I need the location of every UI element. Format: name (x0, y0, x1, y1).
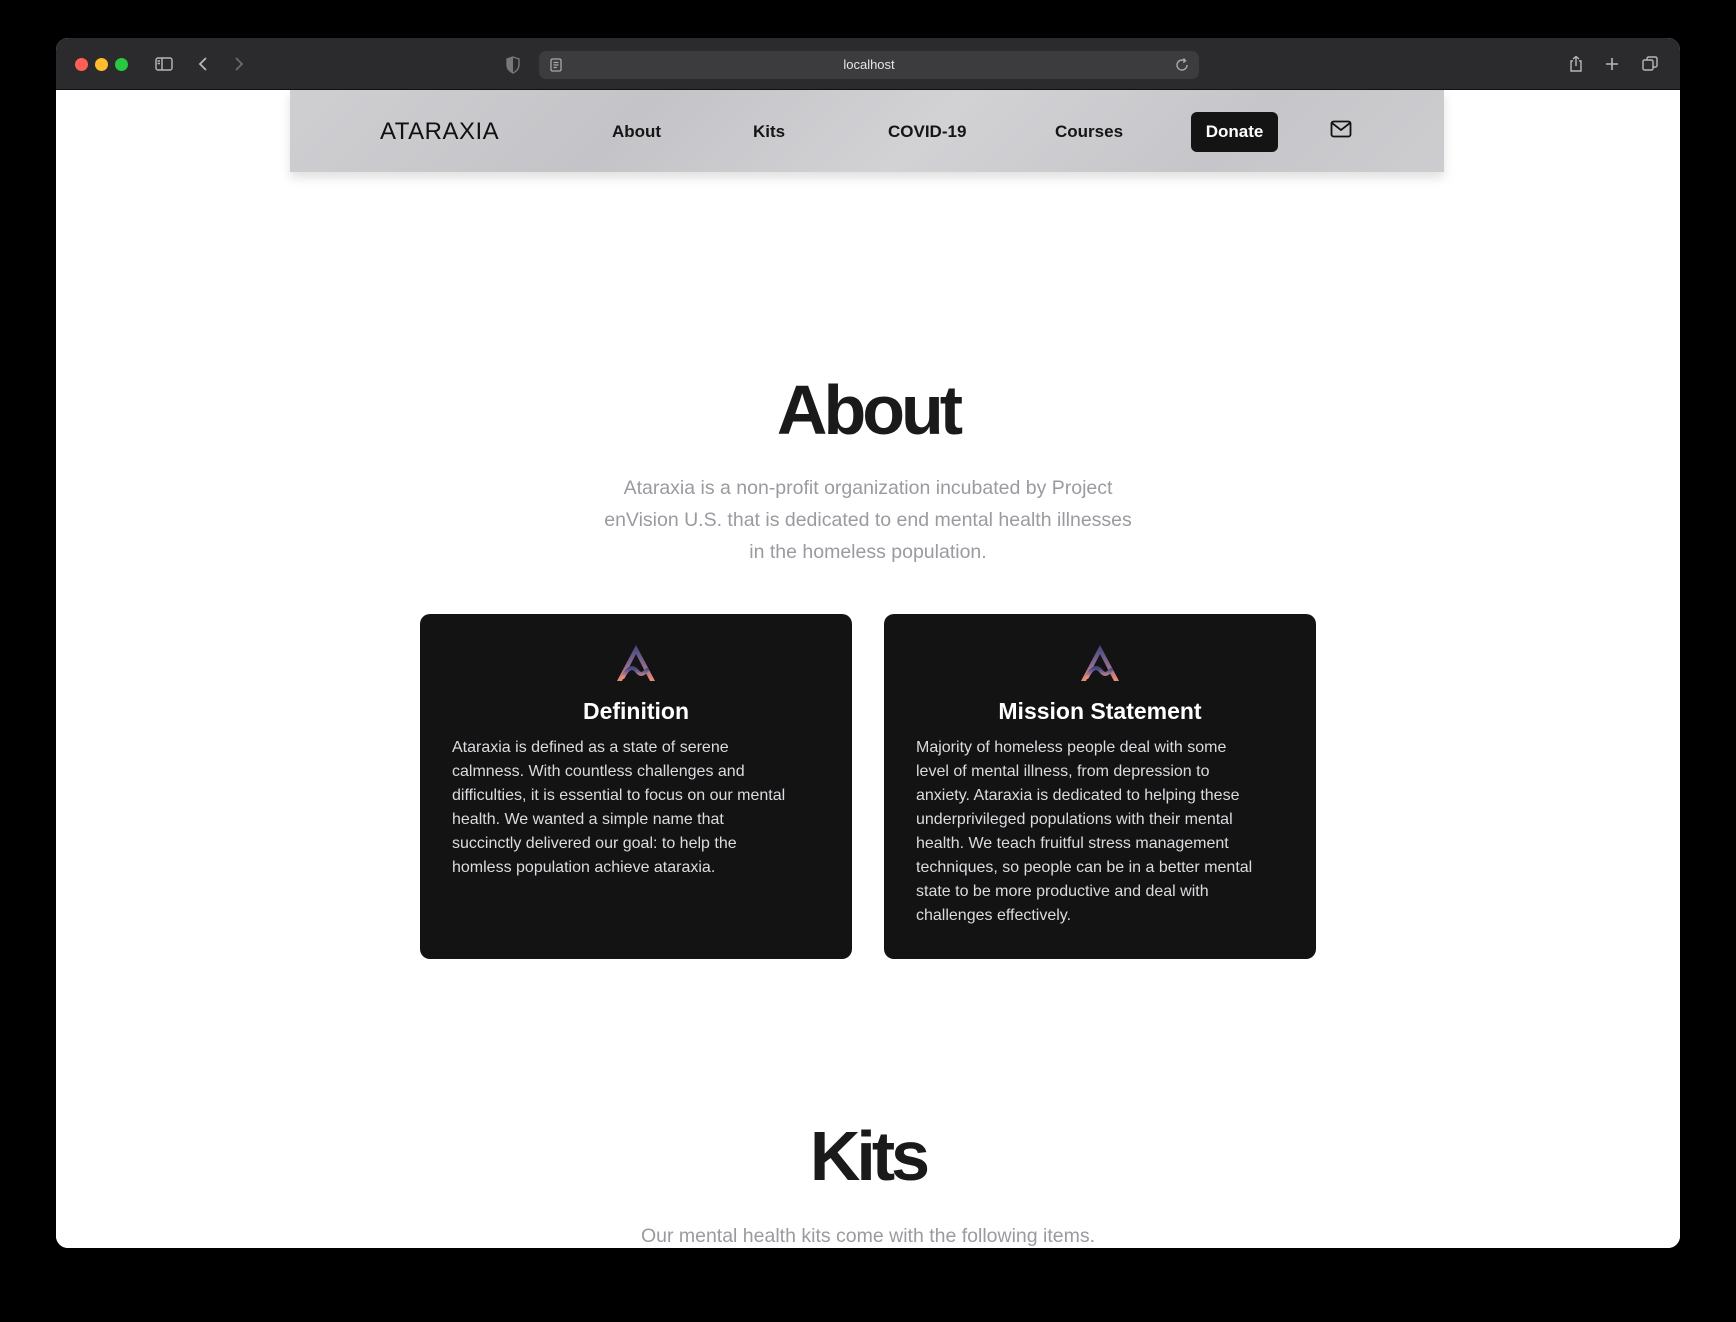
card-title: Definition (582, 698, 690, 724)
card-body-line: succinctly delivered our goal: to help t… (452, 835, 737, 852)
address-bar[interactable]: localhost (539, 51, 1199, 79)
card-body-line: calmness. With countless challenges and (452, 763, 745, 780)
card-body: Ataraxia is defined as a state of serene… (452, 736, 824, 880)
url-text: localhost (843, 57, 895, 72)
nav-link-kits[interactable]: Kits (753, 122, 785, 142)
card-title: Mission Statement (998, 698, 1202, 724)
zoom-window-button[interactable] (115, 58, 128, 71)
reload-icon[interactable] (1173, 56, 1191, 74)
card-body-line: techniques, so people can be in a better… (916, 859, 1253, 876)
back-icon[interactable] (192, 52, 216, 76)
about-lead-line: in the homeless population. (749, 541, 987, 563)
minimize-window-button[interactable] (95, 58, 108, 71)
web-page: ATARAXIA About Kits COVID-19 Courses Don… (56, 90, 1680, 1248)
new-tab-icon[interactable] (1600, 52, 1624, 76)
nav-link-courses[interactable]: Courses (1055, 122, 1123, 142)
brand-logo[interactable]: ATARAXIA (380, 118, 499, 146)
forward-icon[interactable] (226, 52, 250, 76)
browser-toolbar: localhost (56, 38, 1680, 90)
mission-statement-card: Mission Statement Majority of homeless p… (884, 614, 1316, 959)
site-navbar: ATARAXIA About Kits COVID-19 Courses Don… (290, 90, 1444, 172)
close-window-button[interactable] (75, 58, 88, 71)
kits-title: Kits (809, 1117, 930, 1195)
card-body-line: difficulties, it is essential to focus o… (452, 787, 786, 804)
about-lead: Ataraxia is a non-profit organization in… (56, 472, 1680, 568)
ataraxia-logo-icon (617, 645, 655, 681)
definition-card: Definition Ataraxia is defined as a stat… (420, 614, 852, 959)
shield-icon[interactable] (504, 55, 522, 75)
about-lead-line: enVision U.S. that is dedicated to end m… (604, 509, 1132, 531)
card-body-line: underprivileged populations with their m… (916, 811, 1233, 828)
tabs-overview-icon[interactable] (1638, 52, 1662, 76)
kits-lead: Our mental health kits come with the fol… (640, 1225, 1096, 1247)
browser-window: localhost ATARAXIA About Kits COVID-19 C… (56, 38, 1680, 1248)
card-body-line: state to be more productive and deal wit… (916, 883, 1209, 900)
card-body-line: homless population achieve ataraxia. (452, 859, 716, 876)
card-body-line: Ataraxia is defined as a state of serene (452, 739, 729, 756)
about-title: About (776, 371, 963, 449)
card-body-line: anxiety. Ataraxia is dedicated to helpin… (916, 787, 1240, 804)
ataraxia-logo-icon (1081, 645, 1119, 681)
card-body-line: health. We teach fruitful stress managem… (916, 835, 1229, 852)
nav-link-covid-19[interactable]: COVID-19 (888, 122, 966, 142)
card-body-line: challenges effectively. (916, 907, 1072, 924)
card-body-line: health. We wanted a simple name that (452, 811, 724, 828)
sidebar-icon[interactable] (152, 52, 176, 76)
card-body-line: Majority of homeless people deal with so… (916, 739, 1227, 756)
share-icon[interactable] (1564, 52, 1588, 76)
card-body: Majority of homeless people deal with so… (916, 736, 1288, 928)
donate-button[interactable]: Donate (1191, 112, 1278, 152)
about-lead-line: Ataraxia is a non-profit organization in… (623, 477, 1113, 499)
mail-icon[interactable] (1330, 120, 1352, 138)
card-body-line: level of mental illness, from depression… (916, 763, 1210, 780)
nav-link-about[interactable]: About (612, 122, 661, 142)
